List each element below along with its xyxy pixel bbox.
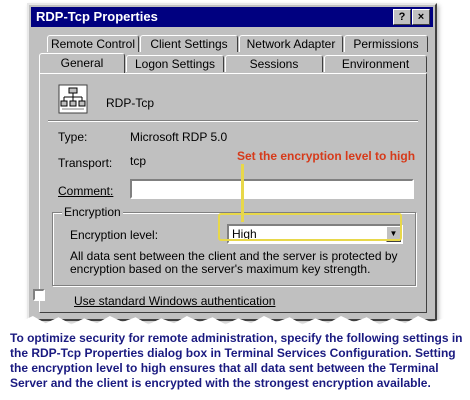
dialog-title: RDP-Tcp Properties — [36, 9, 158, 24]
comment-input[interactable] — [130, 179, 414, 199]
connection-name: RDP-Tcp — [106, 96, 155, 110]
title-bar[interactable]: RDP-Tcp Properties ? × — [31, 7, 433, 27]
tab-sessions[interactable]: Sessions — [225, 55, 323, 72]
tab-network-adapter[interactable]: Network Adapter — [239, 35, 343, 52]
tab-logon-settings[interactable]: Logon Settings — [126, 55, 224, 72]
comment-label: Comment: — [58, 184, 114, 198]
help-button[interactable]: ? — [393, 9, 411, 25]
general-tab-panel: RDP-Tcp Type: Microsoft RDP 5.0 Transpor… — [39, 73, 427, 313]
tab-permissions[interactable]: Permissions — [344, 35, 428, 52]
transport-label: Transport: — [58, 156, 113, 170]
tab-remote-control[interactable]: Remote Control — [47, 35, 139, 52]
encryption-highlight-box — [218, 213, 402, 241]
transport-value: tcp — [130, 154, 147, 168]
type-value: Microsoft RDP 5.0 — [130, 130, 228, 144]
close-button[interactable]: × — [412, 9, 430, 25]
tab-environment[interactable]: Environment — [324, 55, 427, 72]
divider — [48, 120, 418, 122]
encryption-description: All data sent between the client and the… — [70, 249, 398, 276]
callout-text: Set the encryption level to high — [237, 149, 416, 163]
network-connection-icon — [58, 84, 88, 114]
tab-general[interactable]: General — [39, 53, 125, 73]
windows-auth-checkbox[interactable] — [33, 289, 45, 301]
caption-text: To optimize security for remote administ… — [10, 331, 463, 390]
encryption-group-title: Encryption — [62, 205, 123, 219]
tab-client-settings[interactable]: Client Settings — [140, 35, 238, 52]
type-label: Type: — [58, 130, 88, 144]
windows-auth-label: Use standard Windows authentication — [74, 294, 276, 308]
encryption-level-label: Encryption level: — [70, 228, 159, 242]
